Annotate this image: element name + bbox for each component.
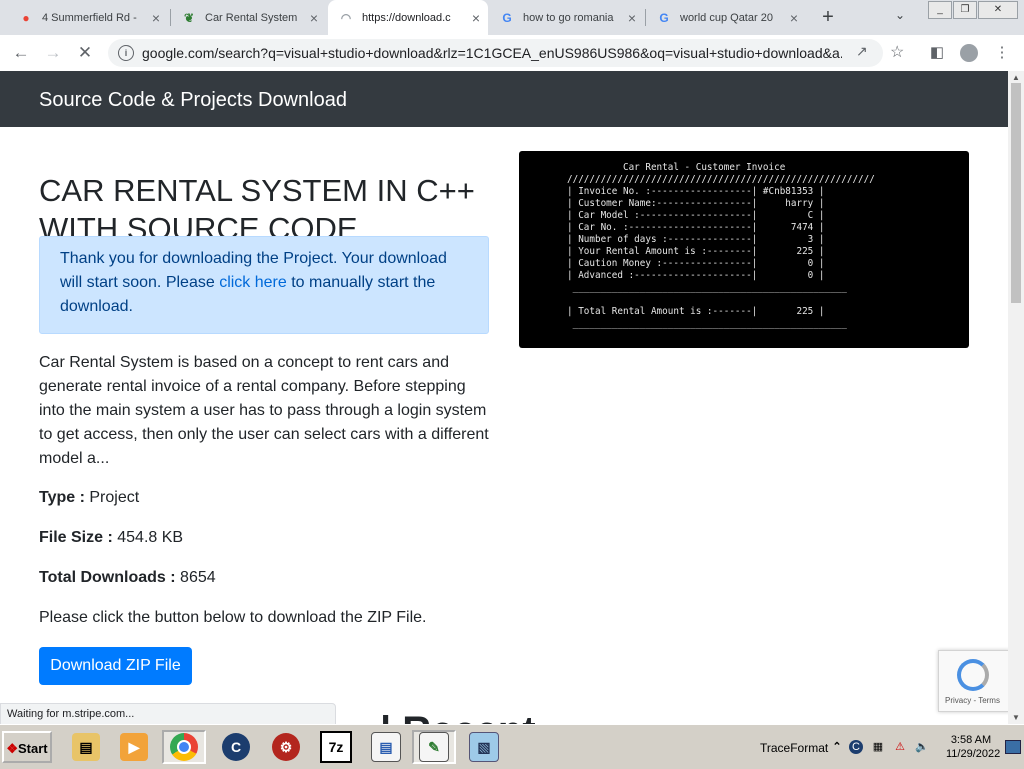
site-navbar: Source Code & Projects Download xyxy=(0,71,1008,127)
tab-label: Car Rental System xyxy=(205,11,298,24)
close-icon[interactable]: × xyxy=(152,10,160,26)
type-label: Type : xyxy=(39,489,85,506)
address-bar[interactable]: i google.com/search?q=visual+studio+down… xyxy=(108,39,904,67)
tab-romania[interactable]: G how to go romania × xyxy=(489,0,644,35)
scroll-up-icon[interactable]: ▲ xyxy=(1012,73,1020,82)
type-value: Project xyxy=(84,489,140,506)
taskbar-file-explorer[interactable]: ▤ xyxy=(64,730,108,764)
downloads-row: Total Downloads : 8654 xyxy=(39,569,216,587)
notes-icon: ▧ xyxy=(469,732,499,762)
recaptcha-terms[interactable]: Privacy - Terms xyxy=(945,696,1000,705)
ccleaner-icon: C xyxy=(222,733,250,761)
downloads-label: Total Downloads : xyxy=(39,569,176,586)
system-tray: TraceFormat ⌃ C ▦ ⚠ 🔈 3:58 AM 11/29/2022 xyxy=(750,725,1024,769)
taskbar-media-player[interactable]: ▶ xyxy=(112,730,156,764)
chrome-icon xyxy=(170,733,198,761)
close-icon[interactable]: × xyxy=(310,10,318,26)
taskbar-notes-app[interactable]: ▧ xyxy=(462,730,506,764)
network-icon[interactable]: ▦ xyxy=(871,740,885,754)
document-icon: ▤ xyxy=(371,732,401,762)
project-screenshot: Car Rental - Customer Invoice //////////… xyxy=(519,151,969,348)
start-label: Start xyxy=(18,741,48,756)
feather-icon: ❦ xyxy=(183,10,195,25)
web-page: Source Code & Projects Download CAR RENT… xyxy=(0,71,1008,724)
invoice-terminal-text: Car Rental - Customer Invoice //////////… xyxy=(567,162,875,329)
google-g-icon: G xyxy=(659,10,669,25)
tab-world-cup[interactable]: G world cup Qatar 20 × xyxy=(646,0,806,35)
folder-icon: ▤ xyxy=(72,733,100,761)
bookmark-star-icon[interactable]: ☆ xyxy=(890,42,904,62)
clock-time: 3:58 AM xyxy=(950,734,992,746)
tab-label: world cup Qatar 20 xyxy=(680,11,773,24)
site-brand[interactable]: Source Code & Projects Download xyxy=(39,89,347,112)
status-bubble: Waiting for m.stripe.com... xyxy=(0,703,336,725)
clock-date: 11/29/2022 xyxy=(946,748,1001,760)
scroll-down-icon[interactable]: ▼ xyxy=(1012,713,1020,722)
page-scrollbar[interactable]: ▲ ▼ xyxy=(1008,71,1024,724)
security-alert-icon[interactable]: ⚠ xyxy=(893,740,907,754)
download-alert: Thank you for downloading the Project. Y… xyxy=(39,236,489,334)
7zip-icon: 7z xyxy=(320,731,352,763)
file-size-value: 454.8 KB xyxy=(112,529,184,546)
tab-maps[interactable]: ● 4 Summerfield Rd - × xyxy=(8,0,168,35)
forward-button[interactable]: → xyxy=(42,42,64,64)
system-clock[interactable]: 3:58 AM 11/29/2022 xyxy=(946,733,1001,761)
downloads-value: 8654 xyxy=(175,569,216,586)
url-text[interactable]: google.com/search?q=visual+studio+downlo… xyxy=(142,45,842,61)
recaptcha-icon xyxy=(957,659,989,691)
tab-label: https://download.c xyxy=(362,11,451,24)
section-heading-partial: | Recent xyxy=(380,709,536,724)
taskbar-document-app[interactable]: ▤ xyxy=(364,730,408,764)
close-icon[interactable]: × xyxy=(628,10,636,26)
chart-pencil-icon: ✎ xyxy=(419,732,449,762)
media-player-icon: ▶ xyxy=(120,733,148,761)
taskbar-chart-app[interactable]: ✎ xyxy=(412,730,456,764)
type-row: Type : Project xyxy=(39,489,139,507)
recaptcha-badge[interactable]: Privacy - Terms xyxy=(938,650,1008,712)
tray-app-label[interactable]: TraceFormat xyxy=(760,741,828,755)
tab-strip: ● 4 Summerfield Rd - × ❦ Car Rental Syst… xyxy=(0,0,1024,35)
taskbar: ❖Start ▤ ▶ C ⚙ 7z ▤ ✎ ▧ TraceFormat ⌃ C … xyxy=(0,724,1024,769)
browser-toolbar: ← → ✕ i google.com/search?q=visual+studi… xyxy=(0,35,1024,72)
loading-icon: ◠ xyxy=(340,10,352,25)
windows-logo-icon: ❖ xyxy=(6,741,19,756)
tab-download-active[interactable]: ◠ https://download.c × xyxy=(328,0,488,35)
google-g-icon: G xyxy=(502,10,512,25)
stop-loading-button[interactable]: ✕ xyxy=(74,42,96,64)
taskbar-chrome[interactable] xyxy=(162,730,206,764)
tab-car-rental[interactable]: ❦ Car Rental System × xyxy=(171,0,326,35)
close-window-button[interactable]: ✕ xyxy=(978,1,1018,19)
download-instruction: Please click the button below to downloa… xyxy=(39,609,427,626)
ccleaner-tray-icon[interactable]: C xyxy=(849,740,863,754)
show-hidden-icons[interactable]: ⌃ xyxy=(830,740,844,754)
restore-button[interactable]: ❐ xyxy=(953,1,977,19)
menu-kebab-icon[interactable]: ⋮ xyxy=(992,43,1012,63)
tab-search-icon[interactable]: ⌄ xyxy=(895,8,905,22)
file-size-label: File Size : xyxy=(39,529,113,546)
click-here-link[interactable]: click here xyxy=(219,274,287,291)
profile-avatar[interactable] xyxy=(960,44,978,62)
tab-label: how to go romania xyxy=(523,11,614,24)
minimize-button[interactable]: _ xyxy=(928,1,952,19)
taskbar-security-app[interactable]: ⚙ xyxy=(264,730,308,764)
project-description: Car Rental System is based on a concept … xyxy=(39,354,489,467)
scroll-thumb[interactable] xyxy=(1011,83,1021,303)
file-size-row: File Size : 454.8 KB xyxy=(39,529,183,547)
site-info-icon[interactable]: i xyxy=(118,45,134,61)
volume-icon[interactable]: 🔈 xyxy=(915,740,929,754)
taskbar-ccleaner[interactable]: C xyxy=(214,730,258,764)
show-desktop-icon[interactable] xyxy=(1005,740,1021,754)
new-tab-button[interactable]: + xyxy=(817,6,839,28)
share-icon[interactable]: ↗ xyxy=(856,43,868,60)
close-icon[interactable]: × xyxy=(790,10,798,26)
close-icon[interactable]: × xyxy=(472,10,480,26)
download-zip-button[interactable]: Download ZIP File xyxy=(39,647,192,685)
tab-label: 4 Summerfield Rd - xyxy=(42,11,137,24)
taskbar-7zip[interactable]: 7z xyxy=(314,730,358,764)
maps-pin-icon: ● xyxy=(22,10,30,25)
side-panel-icon[interactable]: ◧ xyxy=(927,43,947,63)
security-gear-icon: ⚙ xyxy=(272,733,300,761)
back-button[interactable]: ← xyxy=(10,42,32,64)
start-button[interactable]: ❖Start xyxy=(2,731,52,763)
